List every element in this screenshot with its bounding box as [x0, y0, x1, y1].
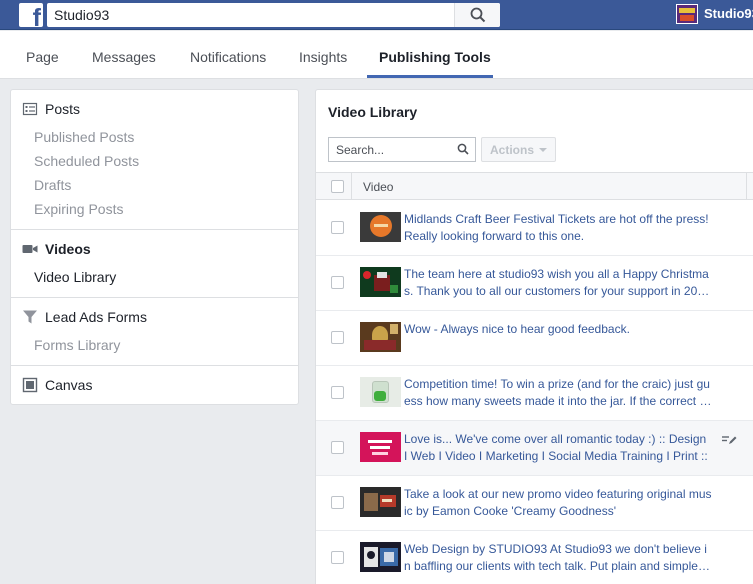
- table-row[interactable]: Competition time! To win a prize (and fo…: [316, 366, 753, 421]
- tab-insights[interactable]: Insights: [299, 49, 347, 65]
- actions-dropdown-button[interactable]: Actions: [481, 137, 556, 162]
- sidebar-label-posts: Posts: [45, 101, 81, 117]
- column-header-video[interactable]: Video: [363, 180, 393, 194]
- video-library-panel: Video Library Actions Video Midlands Cra…: [315, 89, 753, 584]
- sidebar-label-videos: Videos: [45, 241, 91, 257]
- video-thumbnail[interactable]: [360, 267, 401, 297]
- column-divider: [746, 173, 747, 199]
- sidebar-label-lead-ads-forms: Lead Ads Forms: [45, 309, 147, 325]
- video-description[interactable]: The team here at studio93 wish you all a…: [404, 266, 712, 299]
- search-icon[interactable]: [457, 143, 469, 155]
- sidebar-item-video-library[interactable]: Video Library: [34, 269, 116, 285]
- video-description[interactable]: Love is... We've come over all romantic …: [404, 431, 712, 464]
- table-header: Video: [316, 172, 753, 200]
- table-row[interactable]: Midlands Craft Beer Festival Tickets are…: [316, 201, 753, 256]
- table-row[interactable]: Take a look at our new promo video featu…: [316, 476, 753, 531]
- video-description[interactable]: Midlands Craft Beer Festival Tickets are…: [404, 211, 712, 244]
- video-thumbnail[interactable]: [360, 377, 401, 407]
- funnel-icon: [23, 310, 37, 324]
- top-bar: f Studio93 Studio93: [0, 0, 753, 30]
- avatar[interactable]: [676, 4, 698, 24]
- video-thumbnail[interactable]: [360, 212, 401, 242]
- table-row[interactable]: Love is... We've come over all romantic …: [316, 421, 753, 476]
- table-row[interactable]: Wow - Always nice to hear good feedback.: [316, 311, 753, 366]
- row-checkbox[interactable]: [331, 551, 344, 564]
- posts-icon: [22, 102, 38, 116]
- row-checkbox[interactable]: [331, 441, 344, 454]
- active-tab-indicator: [367, 75, 493, 78]
- video-description[interactable]: Take a look at our new promo video featu…: [404, 486, 712, 519]
- table-row[interactable]: Web Design by STUDIO93 At Studio93 we do…: [316, 531, 753, 584]
- video-thumbnail[interactable]: [360, 322, 401, 352]
- sidebar-divider: [11, 229, 298, 230]
- canvas-icon: [22, 377, 38, 393]
- page-title: Video Library: [328, 104, 418, 120]
- profile-name[interactable]: Studio93: [704, 6, 753, 21]
- video-search-field[interactable]: [328, 137, 476, 162]
- sidebar-item-published-posts[interactable]: Published Posts: [34, 129, 134, 145]
- video-camera-icon: [22, 245, 38, 253]
- select-all-checkbox[interactable]: [331, 180, 344, 193]
- row-checkbox[interactable]: [331, 276, 344, 289]
- row-checkbox[interactable]: [331, 386, 344, 399]
- sidebar-item-scheduled-posts[interactable]: Scheduled Posts: [34, 153, 139, 169]
- video-thumbnail[interactable]: [360, 432, 401, 462]
- tab-page[interactable]: Page: [26, 49, 59, 65]
- row-checkbox[interactable]: [331, 496, 344, 509]
- video-thumbnail[interactable]: [360, 542, 401, 572]
- column-divider: [351, 173, 352, 199]
- sidebar-item-drafts[interactable]: Drafts: [34, 177, 71, 193]
- video-description[interactable]: Competition time! To win a prize (and fo…: [404, 376, 712, 409]
- sidebar-label-canvas: Canvas: [45, 377, 93, 393]
- tab-publishing-tools[interactable]: Publishing Tools: [379, 49, 491, 65]
- sidebar-divider: [11, 365, 298, 366]
- video-search-input[interactable]: [329, 138, 454, 161]
- video-thumbnail[interactable]: [360, 487, 401, 517]
- sidebar-item-expiring-posts[interactable]: Expiring Posts: [34, 201, 123, 217]
- edit-pencil-icon[interactable]: [721, 434, 737, 446]
- global-search-button[interactable]: [454, 3, 500, 27]
- video-description[interactable]: Wow - Always nice to hear good feedback.: [404, 321, 712, 338]
- facebook-logo-icon[interactable]: f: [19, 3, 43, 27]
- tab-notifications[interactable]: Notifications: [190, 49, 266, 65]
- global-search-field[interactable]: Studio93: [47, 3, 500, 27]
- chevron-down-icon: [539, 148, 547, 152]
- tab-messages[interactable]: Messages: [92, 49, 156, 65]
- publishing-tools-sidebar: Posts Published Posts Scheduled Posts Dr…: [10, 89, 299, 405]
- page-tab-bar: Page Messages Notifications Insights Pub…: [0, 31, 753, 79]
- row-checkbox[interactable]: [331, 331, 344, 344]
- table-row[interactable]: The team here at studio93 wish you all a…: [316, 256, 753, 311]
- sidebar-item-forms-library[interactable]: Forms Library: [34, 337, 120, 353]
- global-search-value[interactable]: Studio93: [54, 7, 109, 23]
- search-icon: [470, 7, 486, 23]
- row-checkbox[interactable]: [331, 221, 344, 234]
- video-description[interactable]: Web Design by STUDIO93 At Studio93 we do…: [404, 541, 712, 574]
- actions-label: Actions: [490, 143, 535, 157]
- sidebar-divider: [11, 297, 298, 298]
